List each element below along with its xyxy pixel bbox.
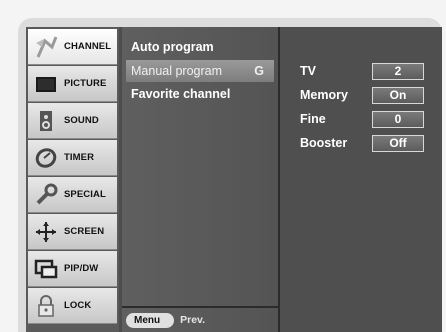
channel-icon: [32, 33, 60, 61]
menu-item-screen[interactable]: SCREEN: [28, 214, 117, 250]
setting-row-fine: Fine 0: [300, 109, 440, 129]
setting-value[interactable]: On: [372, 86, 424, 104]
sound-icon: [32, 107, 60, 135]
left-menu: CHANNEL PICTURE SOUND TIMER SPECIAL SCRE…: [26, 27, 119, 332]
menu-label: PICTURE: [64, 78, 107, 89]
setting-value[interactable]: 0: [372, 110, 424, 128]
setting-label: Memory: [300, 88, 348, 102]
menu-label: SCREEN: [64, 226, 105, 237]
special-icon: [32, 181, 60, 209]
menu-button[interactable]: Menu: [126, 312, 175, 328]
setting-label: Booster: [300, 136, 348, 150]
submenu-label: Auto program: [131, 40, 214, 54]
submenu-panel: Auto program Manual program G Favorite c…: [122, 27, 280, 332]
setting-value[interactable]: Off: [372, 134, 424, 152]
submenu-label: Manual program: [131, 64, 223, 78]
menu-label: PIP/DW: [64, 263, 99, 274]
menu-item-sound[interactable]: SOUND: [28, 103, 117, 139]
setting-row-tv: TV 2: [300, 61, 440, 81]
menu-label: SOUND: [64, 115, 99, 126]
menu-label: CHANNEL: [64, 41, 112, 52]
menu-label: LOCK: [64, 300, 92, 311]
menu-item-channel[interactable]: CHANNEL: [28, 29, 117, 65]
menu-item-picture[interactable]: PICTURE: [28, 66, 117, 102]
setting-row-memory: Memory On: [300, 85, 440, 105]
menu-label: TIMER: [64, 152, 95, 163]
pip-icon: [32, 255, 60, 283]
enter-arrow-icon: G: [254, 64, 264, 78]
osd-menu: CHANNEL PICTURE SOUND TIMER SPECIAL SCRE…: [26, 27, 442, 332]
menu-item-timer[interactable]: TIMER: [28, 140, 117, 176]
setting-row-booster: Booster Off: [300, 133, 440, 153]
setting-value[interactable]: 2: [372, 62, 424, 80]
picture-icon: [32, 70, 60, 98]
lock-icon: [32, 292, 60, 320]
screen-icon: [32, 218, 60, 246]
setting-label: Fine: [300, 112, 326, 126]
menu-label: SPECIAL: [64, 189, 106, 200]
menu-item-special[interactable]: SPECIAL: [28, 177, 117, 213]
submenu-item-favorite-channel[interactable]: Favorite channel: [126, 83, 274, 105]
submenu-footer: Menu Prev.: [122, 306, 278, 332]
setting-label: TV: [300, 64, 316, 78]
menu-item-lock[interactable]: LOCK: [28, 288, 117, 324]
settings-panel: TV 2 Memory On Fine 0 Booster Off: [280, 27, 442, 332]
submenu-item-auto-program[interactable]: Auto program: [126, 36, 274, 58]
submenu-item-manual-program[interactable]: Manual program G: [126, 60, 274, 82]
submenu-label: Favorite channel: [131, 87, 231, 101]
prev-label: Prev.: [180, 314, 206, 326]
timer-icon: [32, 144, 60, 172]
menu-item-pipdw[interactable]: PIP/DW: [28, 251, 117, 287]
